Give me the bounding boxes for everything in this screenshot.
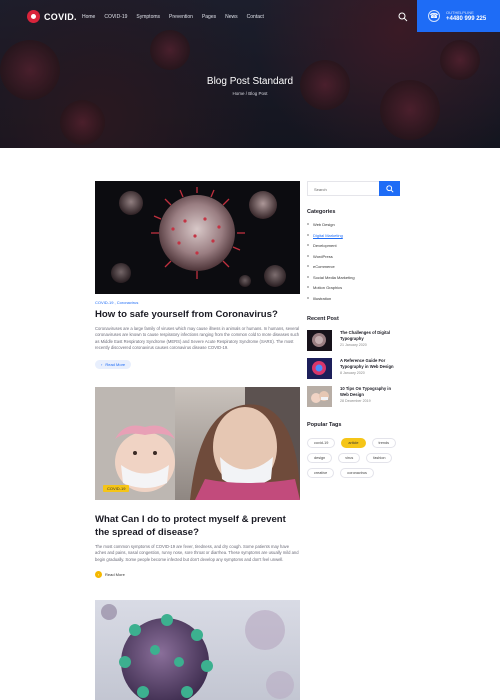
main-navbar: COVID. Home COVID-19 Symptoms Prevention… xyxy=(0,0,500,34)
hotline-number: +4480 999 225 xyxy=(446,16,487,22)
post-image-masked-mother-child[interactable]: COVID-19 xyxy=(95,387,300,500)
recent-post-thumbnail[interactable] xyxy=(307,386,332,407)
brand-logo[interactable]: COVID. xyxy=(27,10,77,23)
recent-post-title[interactable]: A Reference Guide For Typography in Web … xyxy=(340,358,400,369)
post-image-virus-3d[interactable] xyxy=(95,600,300,700)
read-more-label: Read More xyxy=(105,572,125,578)
category-item[interactable]: Development xyxy=(307,243,400,254)
tag-chip[interactable]: virus xyxy=(338,453,361,463)
post-title[interactable]: What Can I do to protect myself & preven… xyxy=(95,513,300,539)
category-item[interactable]: Web Design xyxy=(307,222,400,233)
phone-icon: ☎ xyxy=(428,10,440,22)
blog-post xyxy=(95,600,300,700)
category-item[interactable]: Illustration xyxy=(307,296,400,307)
virus-decoration xyxy=(380,80,440,140)
hotline-box[interactable]: ☎ OUTHELPLINE +4480 999 225 xyxy=(417,0,500,32)
virus-decoration xyxy=(440,40,480,80)
blog-post: COVID-19 , Coronavirus How to safe yours… xyxy=(95,181,300,371)
recent-post-date: 28 December 2019 xyxy=(340,399,371,404)
tag-cloud: covid-19 article trends design virus fas… xyxy=(307,438,397,478)
nav-item-symptoms[interactable]: Symptoms xyxy=(136,14,160,20)
nav-item-home[interactable]: Home xyxy=(82,14,95,20)
tag-chip[interactable]: creative xyxy=(307,468,335,478)
search-icon xyxy=(385,184,394,193)
arrow-right-icon: › xyxy=(101,361,103,367)
tag-chip[interactable]: covid-19 xyxy=(307,438,336,448)
post-excerpt: Coronaviruses are a large family of viru… xyxy=(95,326,300,351)
recent-post-item[interactable]: The Challenges of Digital Typography 21 … xyxy=(307,330,400,358)
breadcrumb[interactable]: Home / Blog Post xyxy=(0,91,500,96)
category-list: Web Design Digital Marketing Development… xyxy=(307,222,400,306)
hotline-label: OUTHELPLINE xyxy=(446,10,474,15)
recent-post-thumbnail[interactable] xyxy=(307,358,332,379)
category-item[interactable]: eCommerce xyxy=(307,264,400,275)
category-item[interactable]: WordPress xyxy=(307,254,400,265)
page-title: Blog Post Standard xyxy=(206,76,294,87)
page-header-banner: COVID. Home COVID-19 Symptoms Prevention… xyxy=(0,0,500,148)
virus-decoration xyxy=(150,30,190,70)
tag-chip[interactable]: coronavirus xyxy=(340,468,374,478)
search-icon[interactable] xyxy=(398,12,408,22)
recent-post-date: 21 January 2020 xyxy=(340,343,367,348)
nav-item-news[interactable]: News xyxy=(225,14,238,20)
category-item[interactable]: Social Media Marketing xyxy=(307,275,400,286)
post-categories[interactable]: COVID-19 , Coronavirus xyxy=(95,300,300,305)
post-category-badge[interactable]: COVID-19 xyxy=(103,485,130,492)
tag-chip[interactable]: fashion xyxy=(366,453,393,463)
nav-menu: Home COVID-19 Symptoms Prevention Pages … xyxy=(82,14,264,20)
read-more-button[interactable]: › Read More xyxy=(95,359,132,369)
virus-decoration xyxy=(60,100,105,145)
read-more-label: Read More xyxy=(105,361,126,367)
tag-chip[interactable]: trends xyxy=(371,438,397,448)
post-excerpt: The most common symptoms of COVID-19 are… xyxy=(95,544,299,562)
search-input[interactable]: Search xyxy=(307,181,379,196)
nav-item-prevention[interactable]: Prevention xyxy=(169,14,193,20)
nav-item-pages[interactable]: Pages xyxy=(202,14,216,20)
virus-logo-icon xyxy=(27,10,40,23)
recent-post-date: 8 January 2020 xyxy=(340,371,365,376)
arrow-right-icon: › xyxy=(95,571,102,579)
tag-chip[interactable]: design xyxy=(307,453,333,463)
recent-post-item[interactable]: 10 Tips On Typography in Web Design 28 D… xyxy=(307,386,400,414)
post-title[interactable]: How to safe yourself from Coronavirus? xyxy=(95,308,300,321)
search-button[interactable] xyxy=(379,181,400,196)
recent-post-thumbnail[interactable] xyxy=(307,330,332,351)
recent-post-title[interactable]: The Challenges of Digital Typography xyxy=(340,330,400,341)
recent-post-item[interactable]: A Reference Guide For Typography in Web … xyxy=(307,358,400,386)
search-form: Search xyxy=(307,181,400,196)
read-more-button[interactable]: › Read More xyxy=(95,571,125,579)
post-image-coronavirus[interactable] xyxy=(95,181,300,294)
nav-item-contact[interactable]: Contact xyxy=(247,14,264,20)
blog-post: COVID-19 What Can I do to protect myself… xyxy=(95,387,300,581)
category-item[interactable]: Motion Graphics xyxy=(307,285,400,296)
popular-tags-title: Popular Tags xyxy=(307,422,342,428)
nav-item-covid[interactable]: COVID-19 xyxy=(104,14,127,20)
category-item-active[interactable]: Digital Marketing xyxy=(307,233,400,244)
brand-name: COVID. xyxy=(44,11,77,22)
sidebar: Search Categories Web Design Digital Mar… xyxy=(307,181,400,478)
recent-posts-title: Recent Post xyxy=(307,316,339,322)
tag-chip-highlighted[interactable]: article xyxy=(341,438,366,448)
categories-title: Categories xyxy=(307,209,336,215)
recent-post-title[interactable]: 10 Tips On Typography in Web Design xyxy=(340,386,400,397)
